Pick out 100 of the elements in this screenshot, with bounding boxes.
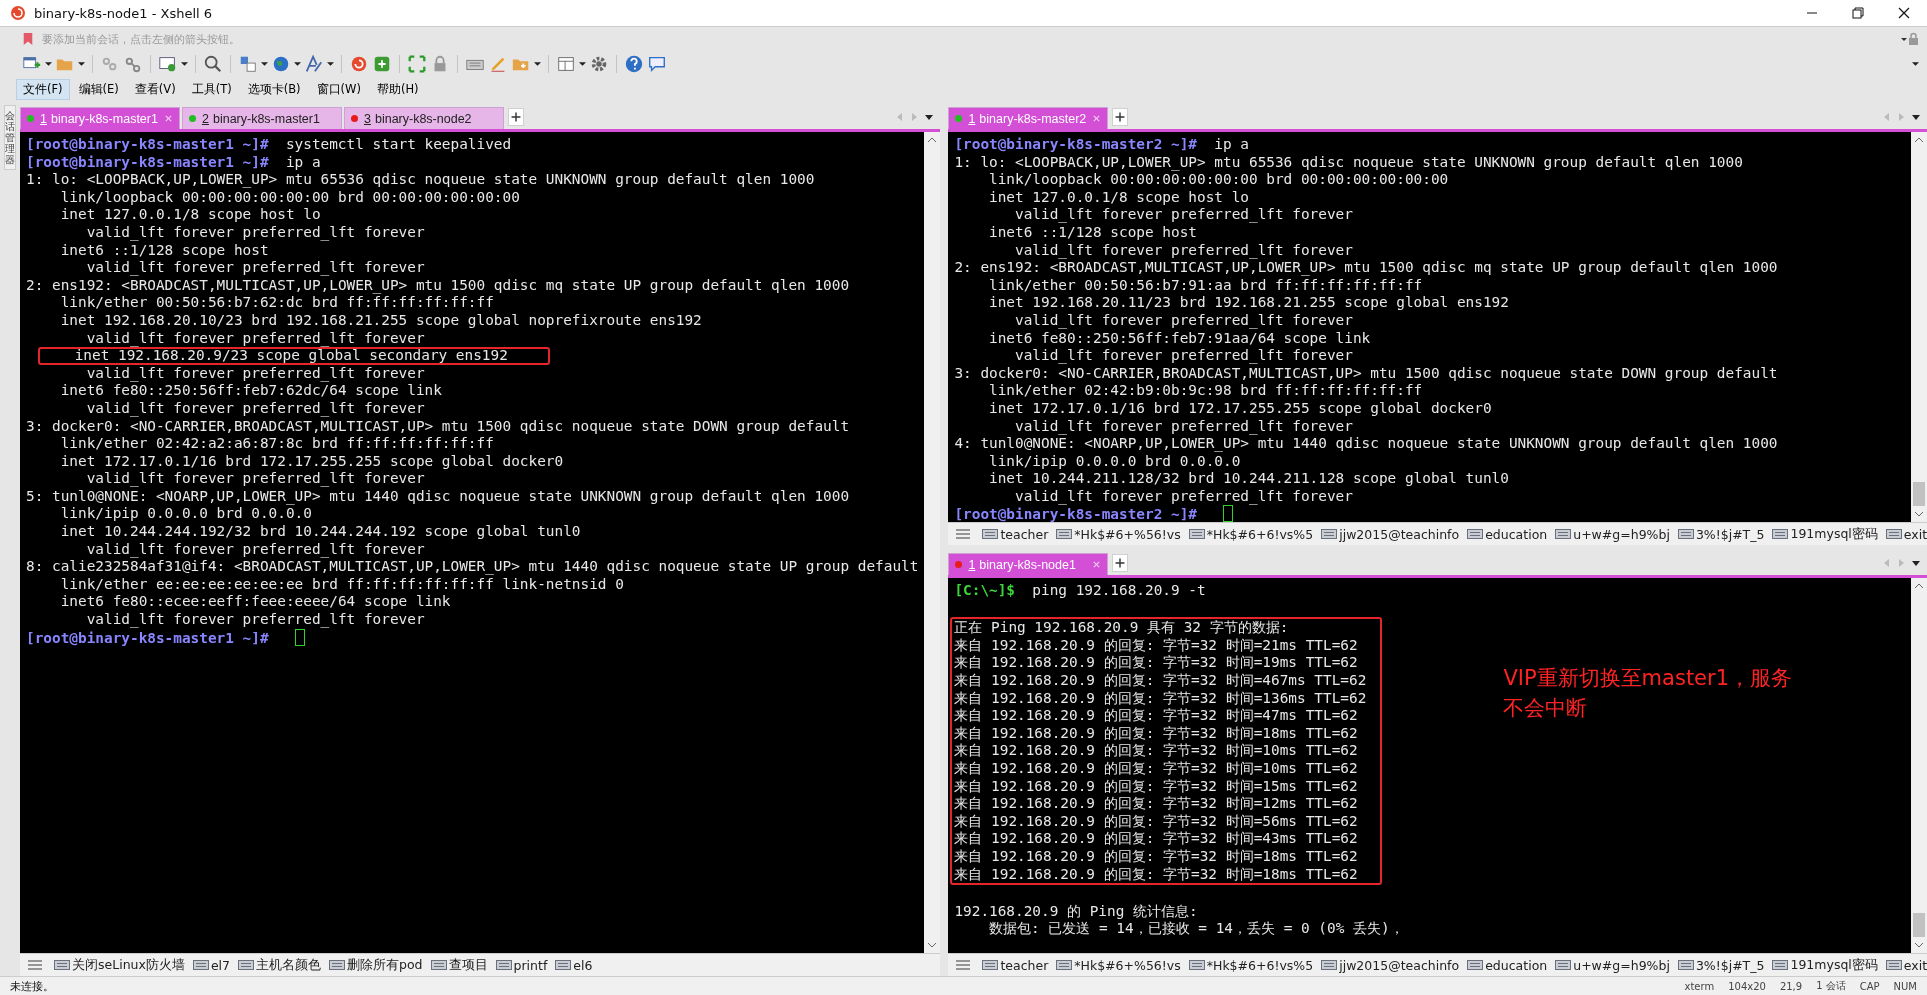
keyboard-icon [1772,959,1789,971]
menu-item[interactable]: 窗口(W) [309,78,368,100]
quick-command-button[interactable]: 191mysql密码 [1772,956,1878,974]
scroll-up-icon[interactable] [1914,582,1925,590]
add-tab-icon[interactable] [508,108,524,126]
globe-icon[interactable] [271,54,291,74]
output-line: valid_lft forever preferred_lft forever [85,364,425,381]
menu-icon[interactable] [956,528,971,540]
caret-icon[interactable] [78,61,85,67]
caret-icon[interactable] [181,61,188,67]
app-logo-icon [10,5,26,21]
quick-command-button[interactable]: jjw2015@teachinfo [1321,526,1460,542]
quick-command-button[interactable]: el6 [555,957,593,973]
quick-command-button[interactable]: 3%!$j#T_5 [1677,957,1765,973]
quick-command-button[interactable]: u+w#g=h9%bj [1555,957,1670,973]
quick-command-button[interactable]: printf [495,957,548,973]
shell-prompt: [root@binary-k8s-master1 ~]# [26,136,269,152]
quick-command-button[interactable]: *Hk$#6+6!vs%5 [1188,957,1314,973]
fullscreen-icon[interactable] [407,54,427,74]
quick-command-button[interactable]: 关闭seLinux防火墙 [54,956,185,974]
scroll-up-icon[interactable] [927,136,938,144]
address-field[interactable]: 要添加当前会话，点击左侧的箭头按钮。 [40,31,1899,47]
menu-item[interactable]: 文件(F) [16,78,70,100]
menu-item[interactable]: 工具(T) [184,78,239,100]
caret-icon[interactable] [327,61,334,67]
caret-icon[interactable] [579,61,586,67]
caret-icon[interactable] [534,61,541,67]
quick-command-button[interactable]: exit [1885,526,1927,542]
quick-command-button[interactable]: teacher [982,526,1049,542]
quick-command-button[interactable]: u+w#g=h9%bj [1555,526,1670,542]
help-icon[interactable] [624,54,644,74]
close-icon[interactable] [1092,114,1102,123]
keyboard-icon [192,959,209,971]
swirl-icon[interactable] [349,54,369,74]
bookmark-icon[interactable] [22,32,34,46]
command-text: systemctl start keepalived [285,136,512,152]
menu-icon[interactable] [28,959,42,971]
output-line: 5: tunl0@NONE: <NOARP,UP,LOWER_UP> mtu 1440 qdisc noqueue state UNKNOWN group default qlen 1000 [26,487,850,504]
output-line: link/ether 00:50:56:b7:62:dc brd ff:ff:ff:ff:ff:ff [59,294,494,311]
quick-command-button[interactable]: *Hk$#6+%56!vs [1056,526,1181,542]
menu-item[interactable]: 选项卡(B) [240,78,308,100]
quick-command-button[interactable]: 3%!$j#T_5 [1677,526,1765,542]
lock-icon[interactable] [1899,30,1921,48]
session-tab[interactable]: 2 binary-k8s-master1 [182,107,342,129]
output-line: 来自 192.168.20.9 的回复: 字节=32 时间=56ms TTL=62 [954,812,1358,829]
output-line: 数据包: 已发送 = 14，已接收 = 14，丢失 = 0 (0% 丢失)， [988,920,1404,937]
caret-icon[interactable] [294,61,301,67]
quick-command-button[interactable]: teacher [982,957,1049,973]
output-line: link/ether 02:42:b9:0b:9c:98 brd ff:ff:ff:ff:ff:ff [988,382,1423,399]
scrollbar[interactable] [1911,132,1927,522]
output-line: link/ether 00:50:56:b7:91:aa brd ff:ff:ff:ff:ff:ff [988,276,1423,293]
font-icon[interactable] [304,54,324,74]
quick-command-button[interactable]: *Hk$#6+6!vs%5 [1188,526,1314,542]
search-icon[interactable] [203,54,223,74]
properties-icon[interactable] [158,54,178,74]
output-line: valid_lft forever preferred_lft forever [85,329,425,346]
chat-icon[interactable] [647,54,667,74]
quick-command-button[interactable]: 191mysql密码 [1772,525,1878,543]
window-title: binary-k8s-node1 - Xshell 6 [34,5,213,21]
caret-icon[interactable] [261,61,268,67]
shell-prompt: [root@binary-k8s-master1 ~]# [26,629,269,646]
caret-icon[interactable] [1912,61,1919,67]
session-tab[interactable]: 3 binary-k8s-node2 [344,107,504,129]
scrollbar[interactable] [924,132,941,953]
quick-command-button[interactable]: el7 [192,957,230,973]
add-tab-icon[interactable] [1112,108,1129,126]
settings-icon[interactable] [589,54,609,74]
scrollbar-thumb[interactable] [1913,482,1926,506]
close-icon[interactable] [164,114,173,123]
add-tab-icon[interactable] [1112,554,1129,572]
status-item: CAP [1859,980,1880,992]
session-manager-strip[interactable]: 会话管理器 [4,105,16,170]
quick-command-button[interactable]: jjw2015@teachinfo [1321,957,1460,973]
scrollbar-thumb[interactable] [1913,913,1926,937]
layout-icon[interactable] [556,54,576,74]
output-line: 来自 192.168.20.9 的回复: 字节=32 时间=43ms TTL=62 [954,830,1358,847]
menu-item[interactable]: 编辑(E) [71,78,126,100]
quick-command-button[interactable]: 删除所有pod [329,956,423,974]
menu-item[interactable]: 帮助(H) [369,78,426,100]
session-tab[interactable]: 1 binary-k8s-node1 [948,553,1109,575]
session-tab[interactable]: 1 binary-k8s-master1 [20,107,180,129]
quick-command-button[interactable]: education [1467,957,1548,973]
close-icon[interactable] [1092,560,1102,569]
caret-icon[interactable] [45,61,52,67]
menu-icon[interactable] [956,959,971,971]
session-tab[interactable]: 1 binary-k8s-master2 [948,107,1109,129]
quick-command-button[interactable]: *Hk$#6+%56!vs [1056,957,1181,973]
keyboard-icon [1321,959,1338,971]
scroll-down-icon[interactable] [1914,510,1925,518]
quick-command-button[interactable]: exit [1885,957,1927,973]
scroll-up-icon[interactable] [1914,136,1925,144]
output-line: 4: tunl0@NONE: <NOARP,UP,LOWER_UP> mtu 1440 qdisc noqueue state UNKNOWN group default qlen 1000 [954,435,1778,452]
menu-item[interactable]: 查看(V) [127,78,183,100]
quick-command-button[interactable]: education [1467,526,1548,542]
scroll-down-icon[interactable] [927,941,938,949]
quick-command-button[interactable]: 查项目 [430,956,488,974]
quick-command-button[interactable]: 主机名颜色 [238,956,321,974]
scrollbar[interactable] [1911,578,1927,953]
output-line: inet 127.0.0.1/8 scope host lo [988,188,1249,205]
scroll-down-icon[interactable] [1914,941,1925,949]
